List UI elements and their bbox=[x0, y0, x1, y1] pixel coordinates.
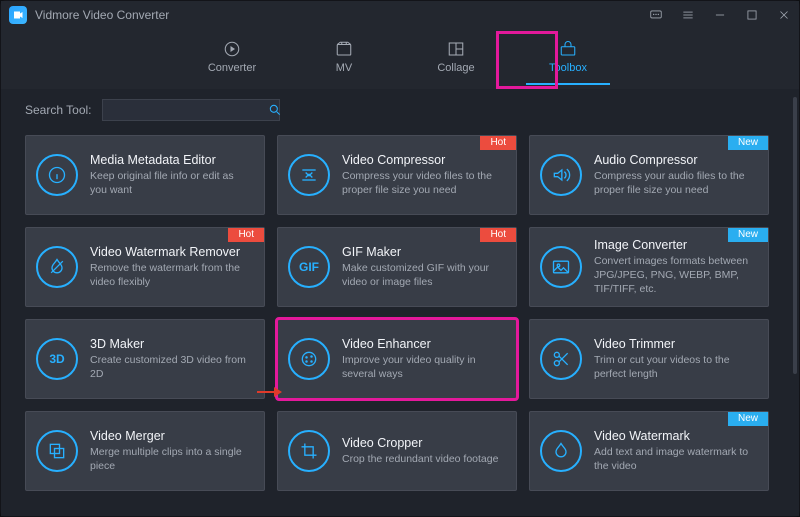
app-window: Vidmore Video Converter Converter bbox=[0, 0, 800, 517]
badge-new: New bbox=[728, 228, 768, 242]
tab-label: Toolbox bbox=[549, 62, 587, 74]
badge-hot: Hot bbox=[480, 136, 516, 150]
video-watermark-remover-icon bbox=[36, 246, 78, 288]
search-icon[interactable] bbox=[268, 103, 282, 117]
tool-title: Video Merger bbox=[90, 429, 252, 443]
tool-card-video-compressor[interactable]: Video Compressor Compress your video file… bbox=[277, 135, 517, 215]
video-cropper-icon bbox=[288, 430, 330, 472]
tool-title: Video Trimmer bbox=[594, 337, 756, 351]
tab-label: Collage bbox=[437, 62, 474, 74]
gif-maker-icon: GIF bbox=[288, 246, 330, 288]
app-logo bbox=[9, 6, 27, 24]
search-label: Search Tool: bbox=[25, 103, 92, 117]
tool-card-gif-maker[interactable]: GIF GIF Maker Make customized GIF with you… bbox=[277, 227, 517, 307]
tool-title: Video Enhancer bbox=[342, 337, 504, 351]
tool-description: Remove the watermark from the video flex… bbox=[90, 261, 252, 289]
image-converter-icon bbox=[540, 246, 582, 288]
tool-description: Trim or cut your videos to the perfect l… bbox=[594, 353, 756, 381]
tool-title: Video Watermark Remover bbox=[90, 245, 252, 259]
video-merger-icon bbox=[36, 430, 78, 472]
search-input[interactable] bbox=[109, 99, 268, 121]
3d-maker-icon: 3D bbox=[36, 338, 78, 380]
audio-compressor-icon bbox=[540, 154, 582, 196]
top-nav: Converter MV Collage Toolbox bbox=[1, 29, 799, 89]
tool-description: Make customized GIF with your video or i… bbox=[342, 261, 504, 289]
tab-collage[interactable]: Collage bbox=[428, 29, 484, 85]
body: Search Tool: Media Metadata Editor Keep o… bbox=[1, 89, 799, 516]
tool-card-video-cropper[interactable]: Video Cropper Crop the redundant video fo… bbox=[277, 411, 517, 491]
tool-card-video-merger[interactable]: Video Merger Merge multiple clips into a … bbox=[25, 411, 265, 491]
minimize-icon[interactable] bbox=[713, 8, 727, 22]
tab-converter[interactable]: Converter bbox=[204, 29, 260, 85]
app-title: Vidmore Video Converter bbox=[35, 8, 169, 22]
close-icon[interactable] bbox=[777, 8, 791, 22]
tool-card-video-trimmer[interactable]: Video Trimmer Trim or cut your videos to … bbox=[529, 319, 769, 399]
tool-description: Merge multiple clips into a single piece bbox=[90, 445, 252, 473]
tool-description: Compress your audio files to the proper … bbox=[594, 169, 756, 197]
search-box[interactable] bbox=[102, 99, 280, 121]
tool-card-video-enhancer[interactable]: Video Enhancer Improve your video quality… bbox=[277, 319, 517, 399]
tool-description: Create customized 3D video from 2D bbox=[90, 353, 252, 381]
badge-new: New bbox=[728, 412, 768, 426]
badge-new: New bbox=[728, 136, 768, 150]
tool-card-video-watermark-remover[interactable]: Video Watermark Remover Remove the waterm… bbox=[25, 227, 265, 307]
tool-title: Audio Compressor bbox=[594, 153, 756, 167]
tab-toolbox[interactable]: Toolbox bbox=[540, 29, 596, 85]
media-metadata-editor-icon bbox=[36, 154, 78, 196]
tool-title: Media Metadata Editor bbox=[90, 153, 252, 167]
maximize-icon[interactable] bbox=[745, 8, 759, 22]
tab-label: Converter bbox=[208, 62, 256, 74]
tool-card-media-metadata-editor[interactable]: Media Metadata Editor Keep original file … bbox=[25, 135, 265, 215]
tool-description: Add text and image watermark to the vide… bbox=[594, 445, 756, 473]
video-trimmer-icon bbox=[540, 338, 582, 380]
tool-grid: Media Metadata Editor Keep original file … bbox=[25, 135, 779, 491]
tool-description: Keep original file info or edit as you w… bbox=[90, 169, 252, 197]
feedback-icon[interactable] bbox=[649, 8, 663, 22]
video-compressor-icon bbox=[288, 154, 330, 196]
tool-description: Improve your video quality in several wa… bbox=[342, 353, 504, 381]
tool-title: 3D Maker bbox=[90, 337, 252, 351]
tool-card-image-converter[interactable]: Image ConverterConvert images formats be… bbox=[529, 227, 769, 307]
window-controls bbox=[649, 8, 791, 22]
tool-title: Video Compressor bbox=[342, 153, 504, 167]
menu-icon[interactable] bbox=[681, 8, 695, 22]
badge-hot: Hot bbox=[228, 228, 264, 242]
tool-card-video-watermark[interactable]: Video Watermark Add text and image waterm… bbox=[529, 411, 769, 491]
search-row: Search Tool: bbox=[25, 99, 779, 121]
video-watermark-icon bbox=[540, 430, 582, 472]
tab-label: MV bbox=[336, 62, 353, 74]
tool-title: Video Cropper bbox=[342, 436, 504, 450]
tab-underline bbox=[526, 83, 610, 85]
tool-card-audio-compressor[interactable]: Audio Compressor Compress your audio file… bbox=[529, 135, 769, 215]
tool-description: Compress your video files to the proper … bbox=[342, 169, 504, 197]
tool-description: Convert images formats between JPG/JPEG,… bbox=[594, 254, 756, 297]
tool-title: GIF Maker bbox=[342, 245, 504, 259]
tool-description: Crop the redundant video footage bbox=[342, 452, 504, 466]
title-bar: Vidmore Video Converter bbox=[1, 1, 799, 29]
tab-mv[interactable]: MV bbox=[316, 29, 372, 85]
toolbox-panel: Search Tool: Media Metadata Editor Keep o… bbox=[1, 89, 793, 516]
tool-title: Video Watermark bbox=[594, 429, 756, 443]
scrollbar[interactable] bbox=[793, 97, 797, 504]
badge-hot: Hot bbox=[480, 228, 516, 242]
scrollbar-thumb[interactable] bbox=[793, 97, 797, 374]
tool-card-3d-maker[interactable]: 3D 3D Maker Create customized 3D video fro… bbox=[25, 319, 265, 399]
video-enhancer-icon bbox=[288, 338, 330, 380]
